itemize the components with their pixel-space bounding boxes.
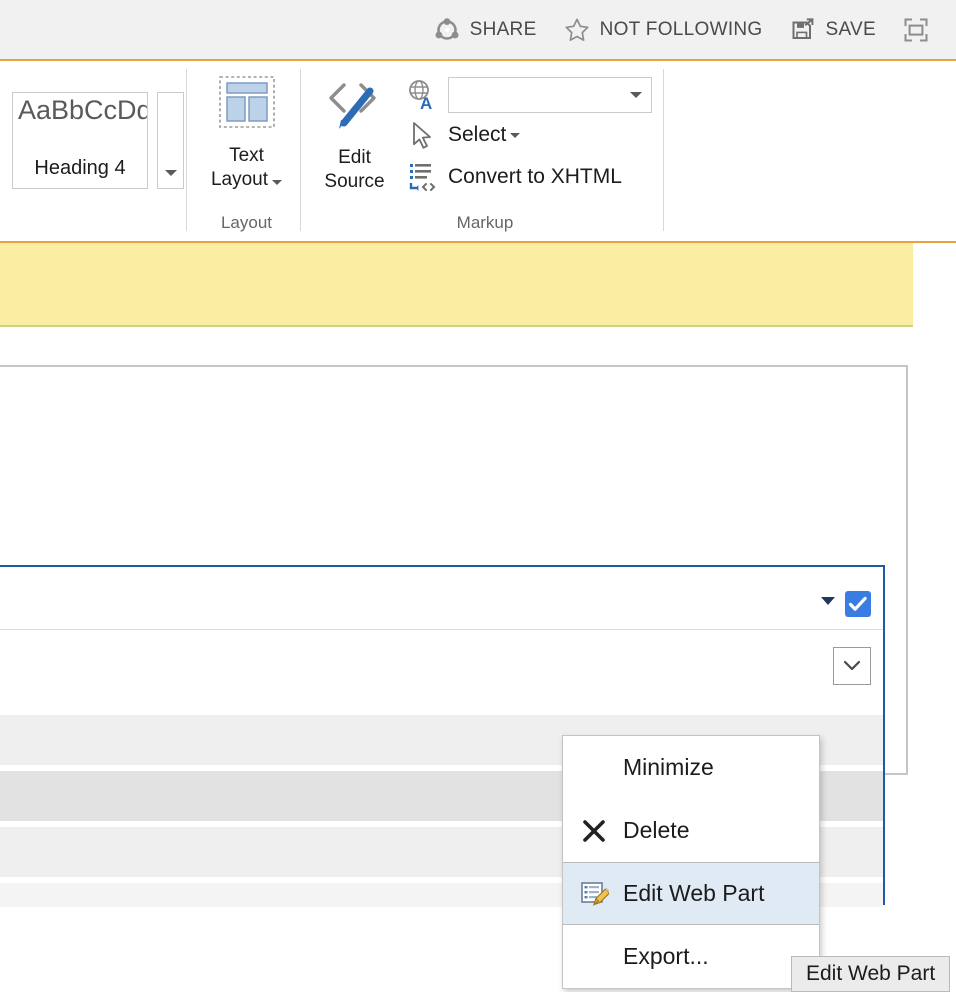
share-icon <box>433 16 461 44</box>
webpart-checkbox[interactable] <box>845 591 871 617</box>
webpart-select-control[interactable] <box>833 647 871 685</box>
text-layout-button[interactable]: Text Layout <box>194 75 299 192</box>
chevron-down-icon <box>630 92 642 98</box>
suite-bar: SHARE NOT FOLLOWING SAVE <box>0 0 956 61</box>
menu-item-edit-web-part-label: Edit Web Part <box>623 880 765 906</box>
convert-to-xhtml-button[interactable]: Convert to XHTML <box>405 160 622 194</box>
ribbon-group-layout: Text Layout Layout <box>194 61 299 241</box>
focus-on-content-icon <box>902 16 930 44</box>
select-label: Select <box>448 123 507 146</box>
convert-to-xhtml-label: Convert to XHTML <box>448 165 622 188</box>
menu-icon-placeholder <box>579 753 609 783</box>
star-outline-icon <box>563 16 591 44</box>
webpart-context-menu: Minimize Delete Edit Web Part Export... <box>562 735 820 989</box>
markup-style-combobox[interactable] <box>448 77 652 113</box>
edit-source-label: Edit Source <box>312 146 397 194</box>
share-button[interactable]: SHARE <box>423 11 547 49</box>
text-layout-label-line2: Layout <box>210 169 269 190</box>
page-content-container <box>0 365 908 907</box>
tooltip: Edit Web Part <box>791 956 951 992</box>
group-separator <box>186 69 187 231</box>
tooltip-text: Edit Web Part <box>806 962 936 985</box>
menu-item-export[interactable]: Export... <box>563 925 819 988</box>
group-separator <box>300 69 301 231</box>
checkmark-icon <box>848 596 867 611</box>
globe-a-icon: A <box>405 78 439 113</box>
follow-label: NOT FOLLOWING <box>599 18 763 40</box>
markup-style-row: A <box>405 77 652 113</box>
save-label: SAVE <box>825 18 876 40</box>
close-x-icon <box>579 816 609 846</box>
style-gallery-more-button[interactable] <box>157 92 184 189</box>
menu-item-minimize[interactable]: Minimize <box>563 736 819 799</box>
menu-item-delete-label: Delete <box>623 817 690 843</box>
share-label: SHARE <box>469 18 537 40</box>
menu-item-minimize-label: Minimize <box>623 754 714 780</box>
chevron-down-icon <box>272 180 283 185</box>
group-separator <box>663 69 664 231</box>
save-button[interactable]: SAVE <box>779 11 886 49</box>
cursor-arrow-icon <box>405 118 439 152</box>
markup-group-label: Markup <box>456 213 514 232</box>
save-icon <box>789 16 817 44</box>
chevron-down-icon <box>843 660 861 671</box>
follow-button[interactable]: NOT FOLLOWING <box>553 11 773 49</box>
text-layout-label: Text Layout <box>194 144 299 192</box>
chevron-down-icon <box>164 170 177 176</box>
focus-on-content-button[interactable] <box>892 11 940 49</box>
ribbon-group-markup: Edit Source A Select Convert to XHTML Ma… <box>307 61 663 241</box>
status-bar <box>0 243 913 327</box>
style-gallery-item[interactable]: AaBbCcDdE Heading 4 <box>12 92 148 189</box>
style-sample-text: AaBbCcDdE <box>18 95 147 125</box>
webpart-menu-caret-icon[interactable] <box>821 597 835 605</box>
text-layout-label-line1: Text <box>229 145 264 166</box>
suite-bar-actions: SHARE NOT FOLLOWING SAVE <box>417 0 956 59</box>
edit-source-button[interactable]: Edit Source <box>312 77 397 194</box>
edit-source-label-line2: Source <box>324 171 385 192</box>
style-name-label: Heading 4 <box>34 157 126 179</box>
select-button[interactable]: Select <box>405 118 521 152</box>
text-layout-icon <box>217 76 277 137</box>
layout-group-label: Layout <box>220 213 273 232</box>
webpart-divider <box>0 629 883 630</box>
edit-source-label-line1: Edit <box>338 147 371 168</box>
edit-webpart-icon <box>579 879 611 909</box>
webpart-header <box>0 567 883 629</box>
ribbon: AaBbCcDdE Heading 4 Text Layout L <box>0 61 956 243</box>
chevron-down-icon <box>510 132 521 138</box>
page-body: Minimize Delete Edit Web Part Export... … <box>0 243 956 992</box>
menu-icon-placeholder <box>579 942 609 972</box>
svg-text:A: A <box>420 94 432 112</box>
menu-item-export-label: Export... <box>623 943 709 969</box>
menu-item-delete[interactable]: Delete <box>563 799 819 862</box>
convert-xhtml-icon <box>405 160 439 194</box>
menu-item-edit-web-part[interactable]: Edit Web Part <box>563 862 819 925</box>
ribbon-group-styles: AaBbCcDdE Heading 4 <box>0 61 185 241</box>
code-pencil-icon <box>324 83 386 143</box>
